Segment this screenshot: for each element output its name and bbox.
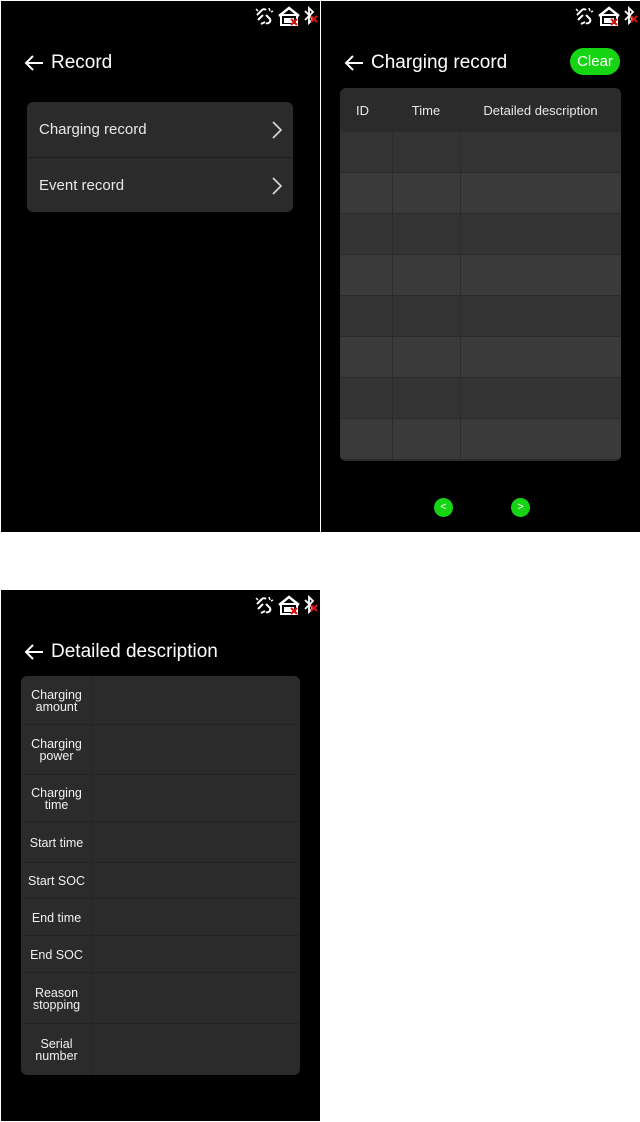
table-cell xyxy=(392,255,460,295)
detail-row: Charging time xyxy=(21,775,300,822)
detail-row-label: Reason stopping xyxy=(21,973,93,1024)
detail-row-value xyxy=(93,1024,300,1075)
detailed-description-screen: Detailed description Charging amount Char… xyxy=(1,590,320,1121)
bluetooth-off-icon xyxy=(304,594,318,615)
table-row[interactable] xyxy=(340,378,621,418)
table-cell xyxy=(392,132,460,172)
table-cell xyxy=(392,337,460,377)
detail-row-value xyxy=(93,899,300,936)
table-row[interactable] xyxy=(340,337,621,377)
charging-record-screen: Charging record Clear ID Time Detailed d… xyxy=(321,1,640,532)
detail-row-label: End SOC xyxy=(21,936,93,973)
table-cell xyxy=(460,296,621,336)
detail-row-label: Charging power xyxy=(21,725,93,775)
menu-item-label: Charging record xyxy=(39,121,147,138)
detail-row: Reason stopping xyxy=(21,973,300,1024)
column-header-id: ID xyxy=(356,102,369,118)
next-page-button[interactable]: > xyxy=(511,498,530,517)
charging-record-table: ID Time Detailed description xyxy=(340,88,621,461)
bluetooth-off-icon xyxy=(304,5,318,26)
column-header-description: Detailed description xyxy=(483,102,598,118)
bluetooth-off-icon xyxy=(624,5,638,26)
detail-row-label: Charging time xyxy=(21,775,93,822)
table-cell xyxy=(340,296,392,336)
router-error-icon xyxy=(278,595,300,615)
table-cell xyxy=(460,337,621,377)
menu-item-label: Event record xyxy=(39,176,125,194)
table-cell xyxy=(460,132,621,172)
table-row[interactable] xyxy=(340,132,621,172)
status-bar xyxy=(254,594,318,616)
table-row[interactable] xyxy=(340,296,621,336)
detail-row: Charging amount xyxy=(21,676,300,725)
table-cell xyxy=(460,419,621,459)
record-menu: Charging record Event record xyxy=(27,102,293,212)
network-disconnected-icon xyxy=(255,7,274,25)
table-row[interactable] xyxy=(340,419,621,459)
detail-row: Serial number xyxy=(21,1024,300,1075)
detail-row-value xyxy=(93,936,300,973)
column-header-time: Time xyxy=(411,102,441,118)
record-header: Record xyxy=(23,49,112,77)
table-row[interactable] xyxy=(340,214,621,254)
table-cell xyxy=(340,378,392,418)
network-disconnected-icon xyxy=(255,596,274,614)
menu-item-charging-record[interactable]: Charging record xyxy=(27,102,293,157)
table-cell xyxy=(392,214,460,254)
chevron-right-icon xyxy=(272,121,283,139)
page-title: Charging record xyxy=(371,52,508,73)
network-disconnected-icon xyxy=(575,7,594,25)
table-header: ID Time Detailed description xyxy=(340,88,621,132)
detail-row: Charging power xyxy=(21,725,300,775)
table-cell xyxy=(460,173,621,213)
detail-row-value xyxy=(93,676,300,725)
detail-row-value xyxy=(93,725,300,775)
back-arrow-icon[interactable] xyxy=(23,641,45,663)
table-cell xyxy=(340,173,392,213)
detail-row: End time xyxy=(21,899,300,936)
detail-row: End SOC xyxy=(21,936,300,973)
table-cell xyxy=(340,337,392,377)
table-cell xyxy=(460,214,621,254)
table-cell xyxy=(340,419,392,459)
status-bar xyxy=(254,5,318,27)
table-cell xyxy=(340,214,392,254)
router-error-icon xyxy=(278,6,300,26)
table-cell xyxy=(460,378,621,418)
menu-item-event-record[interactable]: Event record xyxy=(27,157,293,212)
table-cell xyxy=(392,296,460,336)
record-screen: Record Charging record Event record xyxy=(1,1,320,532)
table-cell xyxy=(392,378,460,418)
detail-row-label: Charging amount xyxy=(21,676,93,725)
charging-record-header: Charging record xyxy=(343,49,507,77)
detail-row-label: End time xyxy=(21,899,93,936)
detail-row-label: Start time xyxy=(21,822,93,863)
status-bar xyxy=(574,5,638,27)
detail-row-label: Serial number xyxy=(21,1024,93,1075)
table-cell xyxy=(340,255,392,295)
back-arrow-icon[interactable] xyxy=(23,52,45,74)
table-cell xyxy=(392,419,460,459)
detail-row-value xyxy=(93,775,300,822)
chevron-right-icon xyxy=(272,177,283,195)
detail-row-label: Start SOC xyxy=(21,863,93,899)
back-arrow-icon[interactable] xyxy=(343,52,365,74)
page-title: Record xyxy=(51,52,113,73)
prev-page-button[interactable]: < xyxy=(434,498,453,517)
table-cell xyxy=(340,132,392,172)
table-cell xyxy=(392,173,460,213)
table-row[interactable] xyxy=(340,173,621,213)
detail-table: Charging amount Charging power Charging ti… xyxy=(21,676,300,1075)
router-error-icon xyxy=(598,6,620,26)
table-row[interactable] xyxy=(340,255,621,295)
table-cell xyxy=(460,255,621,295)
detail-row: Start time xyxy=(21,822,300,863)
detail-row-value xyxy=(93,822,300,863)
page-title: Detailed description xyxy=(51,641,218,662)
detail-row-value xyxy=(93,863,300,899)
detail-row: Start SOC xyxy=(21,863,300,899)
detail-header: Detailed description xyxy=(23,638,218,666)
clear-button[interactable]: Clear xyxy=(570,48,620,75)
detail-row-value xyxy=(93,973,300,1024)
